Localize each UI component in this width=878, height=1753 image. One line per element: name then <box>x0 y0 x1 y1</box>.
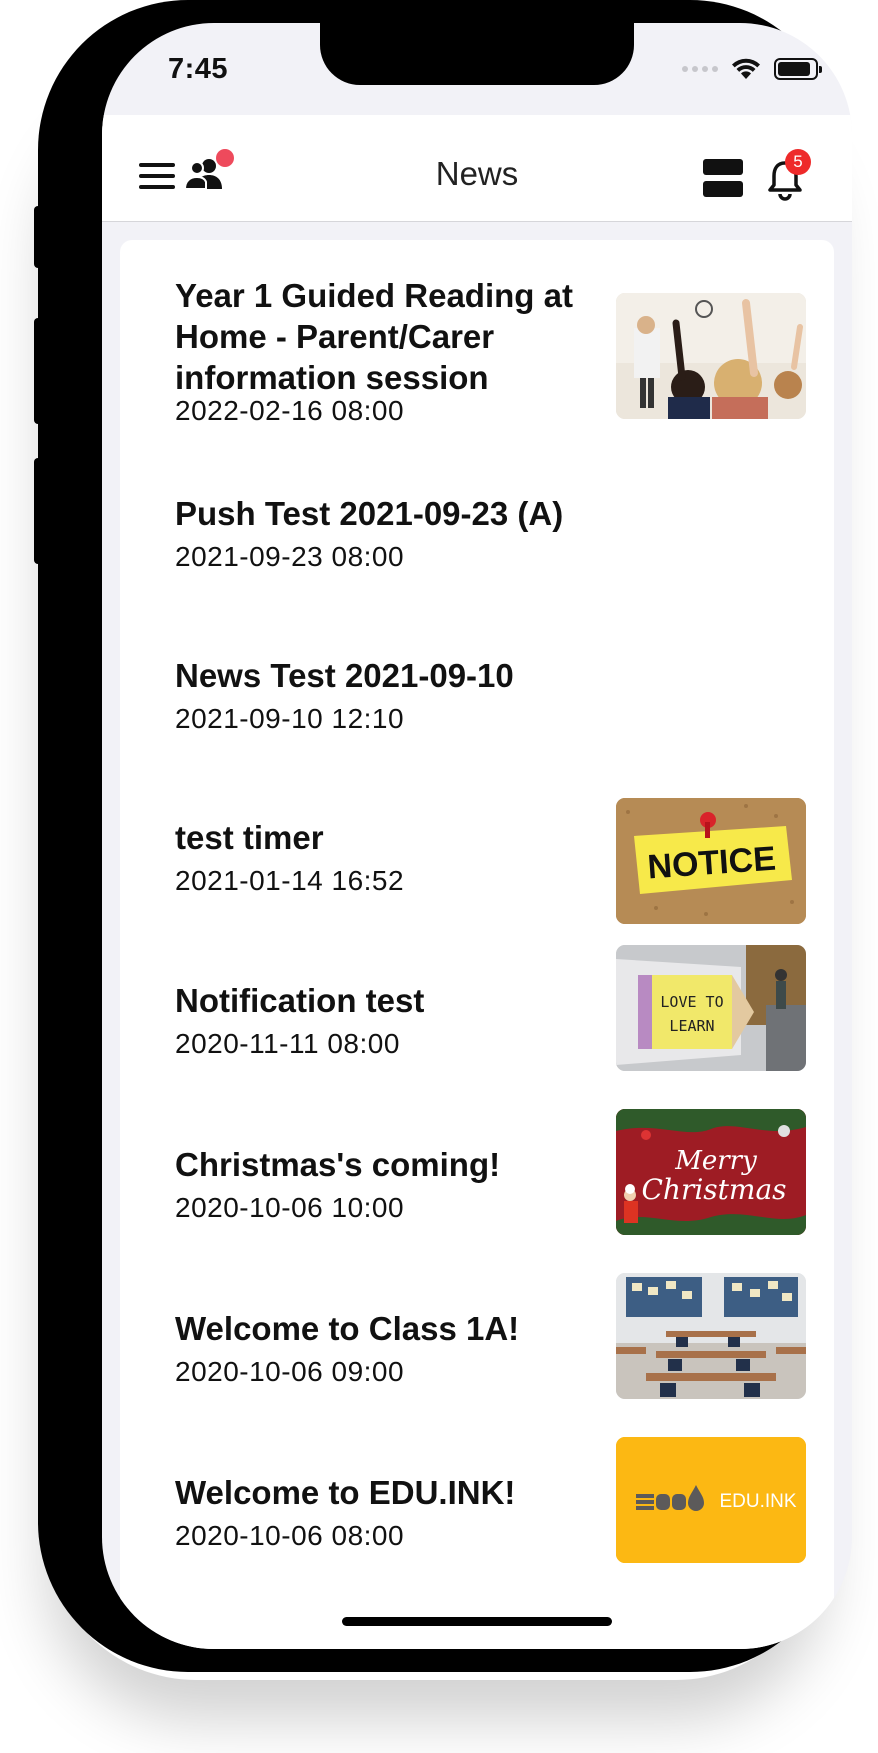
news-date: 2021-09-10 12:10 <box>175 703 405 734</box>
news-date: 2021-09-23 08:00 <box>175 541 405 572</box>
news-date: 2020-10-06 09:00 <box>175 1356 405 1387</box>
news-title: Welcome to EDU.INK! <box>175 1474 516 1511</box>
news-item[interactable]: Welcome to EDU.INK! 2020-10-06 08:00 EDU… <box>120 1437 834 1607</box>
cellular-signal-icon <box>682 66 718 72</box>
edu-ink-logo-text: EDU.INK <box>719 1491 796 1512</box>
notification-count-badge: 5 <box>785 149 811 175</box>
news-date: 2020-10-06 10:00 <box>175 1192 405 1223</box>
top-navigation-bar: News 5 <box>102 115 852 222</box>
news-title: test timer <box>175 819 324 856</box>
news-date: 2021-01-14 16:52 <box>175 865 405 896</box>
news-title: Push Test 2021-09-23 (A) <box>175 495 564 532</box>
news-title: Welcome to Class 1A! <box>175 1310 520 1347</box>
news-thumbnail-christmas: Merry Christmas <box>616 1109 806 1235</box>
news-item[interactable]: Push Test 2021-09-23 (A) 2021-09-23 08:0… <box>120 478 834 628</box>
status-icons <box>682 57 822 81</box>
news-item[interactable]: test timer 2021-01-14 16:52 NOTICE <box>120 798 834 952</box>
news-title: Notification test <box>175 982 425 1019</box>
news-thumbnail-notice: NOTICE <box>616 798 806 924</box>
news-list: Year 1 Guided Reading at Home - Parent/C… <box>120 240 834 1649</box>
news-thumbnail-classroom-desks <box>616 1273 806 1399</box>
merry-text: Merry <box>674 1146 757 1176</box>
battery-icon <box>774 58 822 80</box>
news-thumbnail-edu-ink: EDU.INK <box>616 1437 806 1563</box>
news-thumbnail-classroom <box>616 293 806 419</box>
home-indicator[interactable] <box>342 1617 612 1626</box>
status-time: 7:45 <box>168 53 229 85</box>
love-to-text: LOVE TO <box>660 993 723 1011</box>
news-item[interactable]: Notification test 2020-11-11 08:00 LOVE … <box>120 945 834 1115</box>
layout-toggle-icon[interactable] <box>703 159 743 197</box>
phone-frame: 7:45 News 5 Year 1 Guided Reading at Hom… <box>38 0 852 1672</box>
news-date: 2020-11-11 08:00 <box>175 1028 400 1059</box>
news-date: 2022-02-16 08:00 <box>175 395 405 426</box>
news-item[interactable]: Christmas's coming! 2020-10-06 10:00 Mer… <box>120 1109 834 1279</box>
notch <box>320 23 634 85</box>
news-item[interactable]: News Test 2021-09-10 2021-09-10 12:10 <box>120 640 834 790</box>
screen: 7:45 News 5 Year 1 Guided Reading at Hom… <box>102 23 852 1649</box>
news-title: Christmas's coming! <box>175 1146 501 1183</box>
news-date: 2020-10-06 08:00 <box>175 1520 405 1551</box>
learn-text: LEARN <box>669 1017 714 1035</box>
news-title: News Test 2021-09-10 <box>175 657 514 694</box>
news-item[interactable]: Welcome to Class 1A! 2020-10-06 09:00 <box>120 1273 834 1443</box>
news-title: Year 1 Guided Reading at Home - Parent/C… <box>175 277 573 396</box>
christmas-text: Christmas <box>641 1173 786 1206</box>
wifi-icon <box>732 58 760 79</box>
news-thumbnail-pencil: LOVE TO LEARN <box>616 945 806 1071</box>
news-item[interactable]: Year 1 Guided Reading at Home - Parent/C… <box>120 240 834 426</box>
